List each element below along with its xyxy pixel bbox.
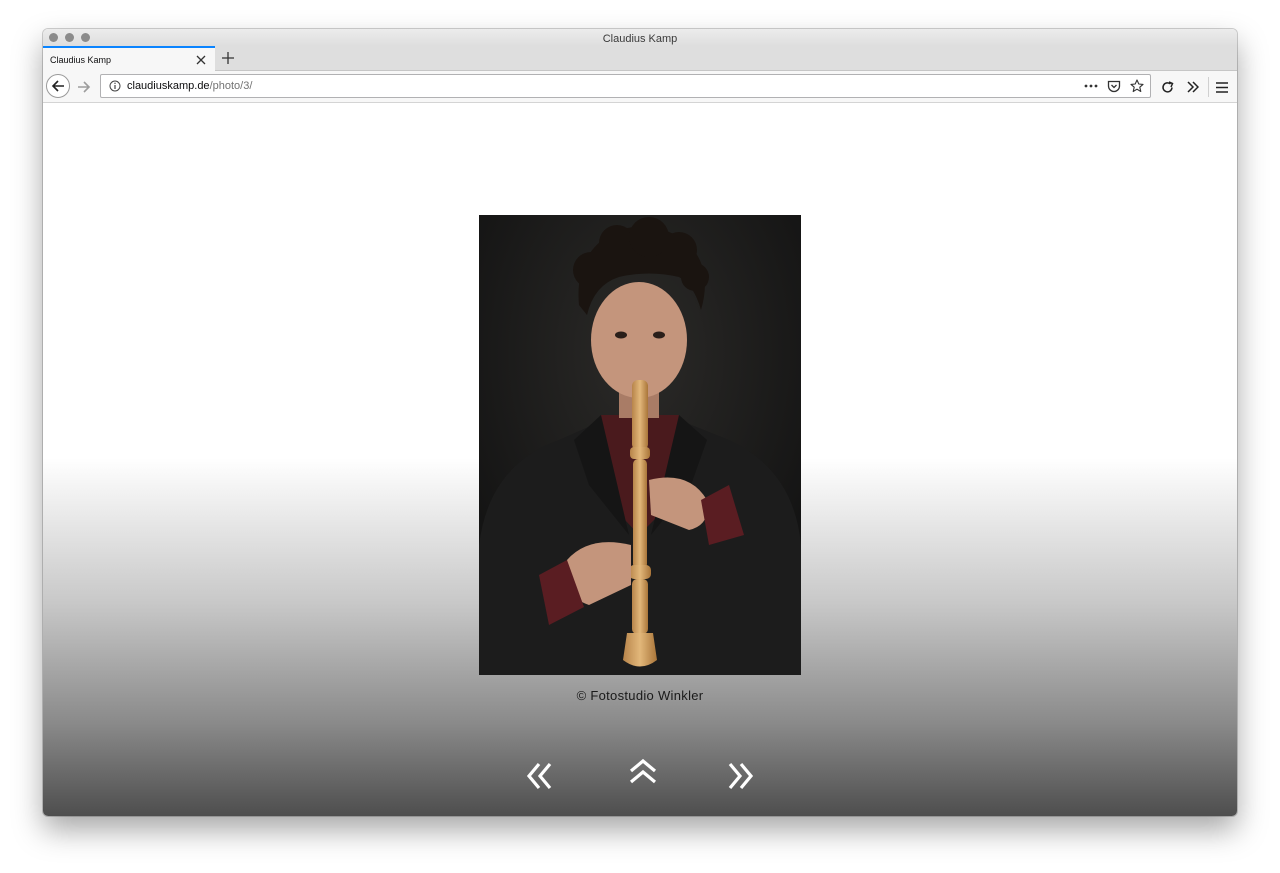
toolbar-separator (1208, 77, 1209, 97)
page-actions-icon[interactable] (1082, 77, 1100, 95)
double-chevron-right-icon (728, 762, 754, 790)
photo-illustration (479, 215, 801, 675)
info-icon[interactable] (106, 77, 124, 95)
overflow-menu-button[interactable] (1184, 78, 1202, 96)
url-bar[interactable]: claudiuskamp.de/photo/3/ (100, 74, 1151, 98)
url-text[interactable]: claudiuskamp.de/photo/3/ (127, 80, 252, 92)
hamburger-menu-button[interactable] (1213, 78, 1231, 96)
url-actions (1082, 77, 1146, 95)
url-domain: claudiuskamp.de (127, 80, 210, 92)
bookmark-star-icon[interactable] (1128, 77, 1146, 95)
arrow-right-icon (78, 81, 91, 93)
reload-icon (1161, 80, 1173, 93)
up-to-gallery-button[interactable] (623, 753, 663, 789)
window-controls (49, 33, 90, 42)
next-photo-button[interactable] (721, 758, 761, 794)
photo-navigation (43, 758, 1237, 798)
back-button[interactable] (46, 74, 70, 98)
close-window-button[interactable] (49, 33, 58, 42)
double-chevron-up-icon (629, 758, 657, 784)
tab-title: Claudius Kamp (50, 54, 112, 65)
new-tab-icon[interactable] (220, 50, 236, 66)
previous-photo-button[interactable] (519, 758, 559, 794)
browser-window: Claudius Kamp Claudius Kamp claudiuskamp… (43, 29, 1237, 816)
pocket-icon[interactable] (1105, 77, 1123, 95)
page-viewport: © Fotostudio Winkler (43, 103, 1237, 816)
photo-credit: © Fotostudio Winkler (576, 688, 704, 703)
window-title: Claudius Kamp (602, 33, 678, 45)
reload-button[interactable] (1158, 78, 1176, 96)
arrow-left-icon (51, 80, 64, 92)
forward-button[interactable] (73, 76, 95, 98)
chevrons-right-icon (1187, 81, 1199, 93)
maximize-window-button[interactable] (81, 33, 90, 42)
navigation-toolbar: claudiuskamp.de/photo/3/ (43, 71, 1237, 103)
double-chevron-left-icon (526, 762, 552, 790)
portrait-photo (479, 215, 801, 675)
close-tab-icon[interactable] (193, 52, 209, 68)
hamburger-icon (1216, 81, 1228, 93)
tab-active[interactable]: Claudius Kamp (43, 46, 215, 71)
minimize-window-button[interactable] (65, 33, 74, 42)
title-bar: Claudius Kamp (43, 29, 1237, 46)
tab-bar: Claudius Kamp (43, 46, 1237, 71)
url-path: /photo/3/ (209, 80, 253, 92)
